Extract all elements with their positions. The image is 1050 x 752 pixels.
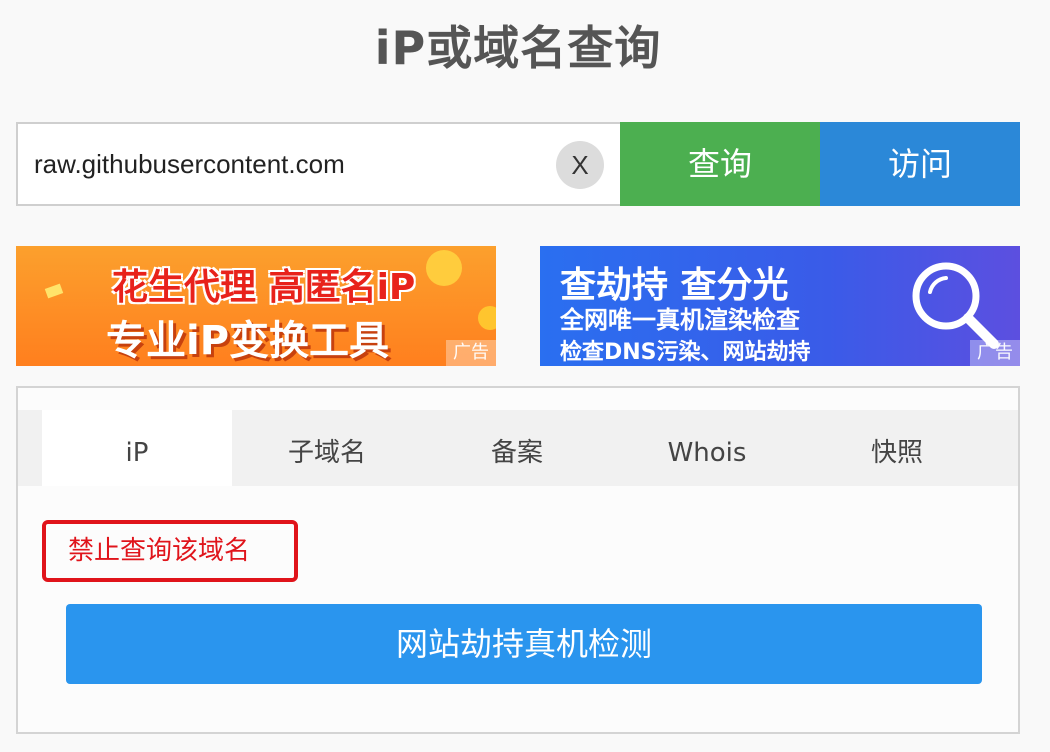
query-button[interactable]: 查询 — [620, 122, 820, 206]
ad-banner-hijack-check[interactable]: 查劫持 查分光 全网唯一真机渲染检查 检查DNS污染、网站劫持 广告 — [540, 246, 1020, 366]
ad-tagline: 专业iP变换工具 — [106, 318, 390, 364]
ad-label: 广告 — [446, 340, 496, 366]
search-box: X — [16, 122, 620, 206]
coin-decoration — [478, 306, 496, 330]
tab-snapshot[interactable]: 快照 — [802, 410, 992, 486]
page-title: iP或域名查询 — [374, 21, 662, 75]
ad-subhead: 全网唯一真机渲染检查 — [560, 306, 800, 334]
confetti-decoration — [44, 283, 64, 299]
tab-icp-record[interactable]: 备案 — [422, 410, 612, 486]
page: iP或域名查询 X 查询 访问 花生代理 高匿名iP 专业iP变换工具 广告 查… — [0, 0, 1050, 752]
search-bar: X 查询 访问 — [16, 122, 1020, 206]
hijack-check-button[interactable]: 网站劫持真机检测 — [66, 604, 982, 684]
magnifier-icon — [912, 262, 999, 349]
blocked-domain-notice: 禁止查询该域名 — [42, 520, 298, 582]
ad-headline: 花生代理 高匿名iP — [112, 258, 415, 310]
clear-input-button[interactable]: X — [556, 141, 604, 189]
visit-button[interactable]: 访问 — [820, 122, 1020, 206]
ad-subhead: 高匿名iP — [268, 267, 416, 308]
ad-brand: 花生代理 — [112, 267, 257, 308]
tab-ip[interactable]: iP — [42, 410, 232, 486]
tab-subdomain[interactable]: 子域名 — [232, 410, 422, 486]
result-panel: iP 子域名 备案 Whois 快照 禁止查询该域名 网站劫持真机检测 — [16, 386, 1020, 734]
domain-search-input[interactable] — [18, 124, 548, 204]
coin-decoration — [426, 250, 462, 286]
tab-bar: iP 子域名 备案 Whois 快照 — [18, 410, 1018, 486]
ad-tagline: 检查DNS污染、网站劫持 — [560, 340, 811, 365]
tab-whois[interactable]: Whois — [612, 410, 802, 486]
ad-banner-proxy[interactable]: 花生代理 高匿名iP 专业iP变换工具 广告 — [16, 246, 496, 366]
ad-label: 广告 — [970, 340, 1020, 366]
